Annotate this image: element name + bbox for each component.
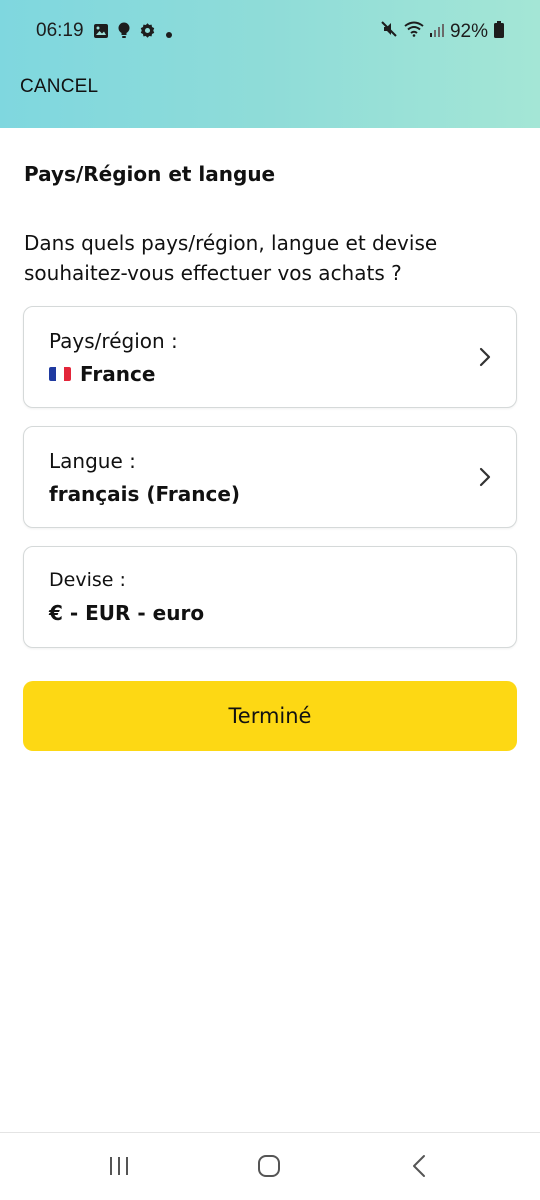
language-value: français (France): [49, 482, 241, 506]
recent-apps-icon[interactable]: [108, 1153, 130, 1183]
lightbulb-icon: [118, 22, 130, 45]
wifi-icon: [404, 21, 424, 43]
gallery-icon: [93, 23, 109, 45]
status-bar: 06:19 92%: [0, 14, 540, 48]
chevron-right-icon: [478, 466, 492, 492]
chevron-right-icon: [478, 346, 492, 372]
country-value: France: [80, 362, 156, 386]
system-nav-bar: [0, 1132, 540, 1200]
done-button[interactable]: Terminé: [23, 681, 517, 751]
cancel-button[interactable]: CANCEL: [20, 76, 98, 98]
currency-label: Devise :: [49, 569, 126, 591]
country-value-row: France: [49, 362, 155, 386]
status-right-icons: 92%: [380, 20, 504, 44]
intro-line-1: Dans quels pays/région, langue et devise: [24, 231, 438, 255]
page-title: Pays/Région et langue: [24, 162, 276, 186]
status-time: 06:19: [36, 20, 84, 41]
status-left-icons: [93, 22, 173, 45]
intro-text: Dans quels pays/région, langue et devise…: [24, 228, 514, 288]
battery-icon: [494, 20, 504, 44]
back-icon[interactable]: [408, 1153, 430, 1183]
home-icon[interactable]: [256, 1153, 282, 1183]
intro-line-2: souhaitez-vous effectuer vos achats ?: [24, 261, 402, 285]
country-label: Pays/région :: [49, 329, 178, 353]
france-flag-icon: [49, 367, 71, 381]
dot-icon: [165, 23, 173, 45]
gear-icon: [139, 22, 156, 45]
mute-icon: [380, 20, 398, 44]
signal-icon: [429, 21, 444, 43]
battery-percent: 92%: [449, 21, 488, 42]
language-label: Langue :: [49, 449, 136, 473]
app-header: 06:19 92% CANCEL: [0, 0, 540, 128]
currency-value: € - EUR - euro: [49, 601, 205, 625]
currency-display: Devise : € - EUR - euro: [23, 546, 517, 648]
country-region-selector[interactable]: Pays/région : France: [23, 306, 517, 408]
language-selector[interactable]: Langue : français (France): [23, 426, 517, 528]
